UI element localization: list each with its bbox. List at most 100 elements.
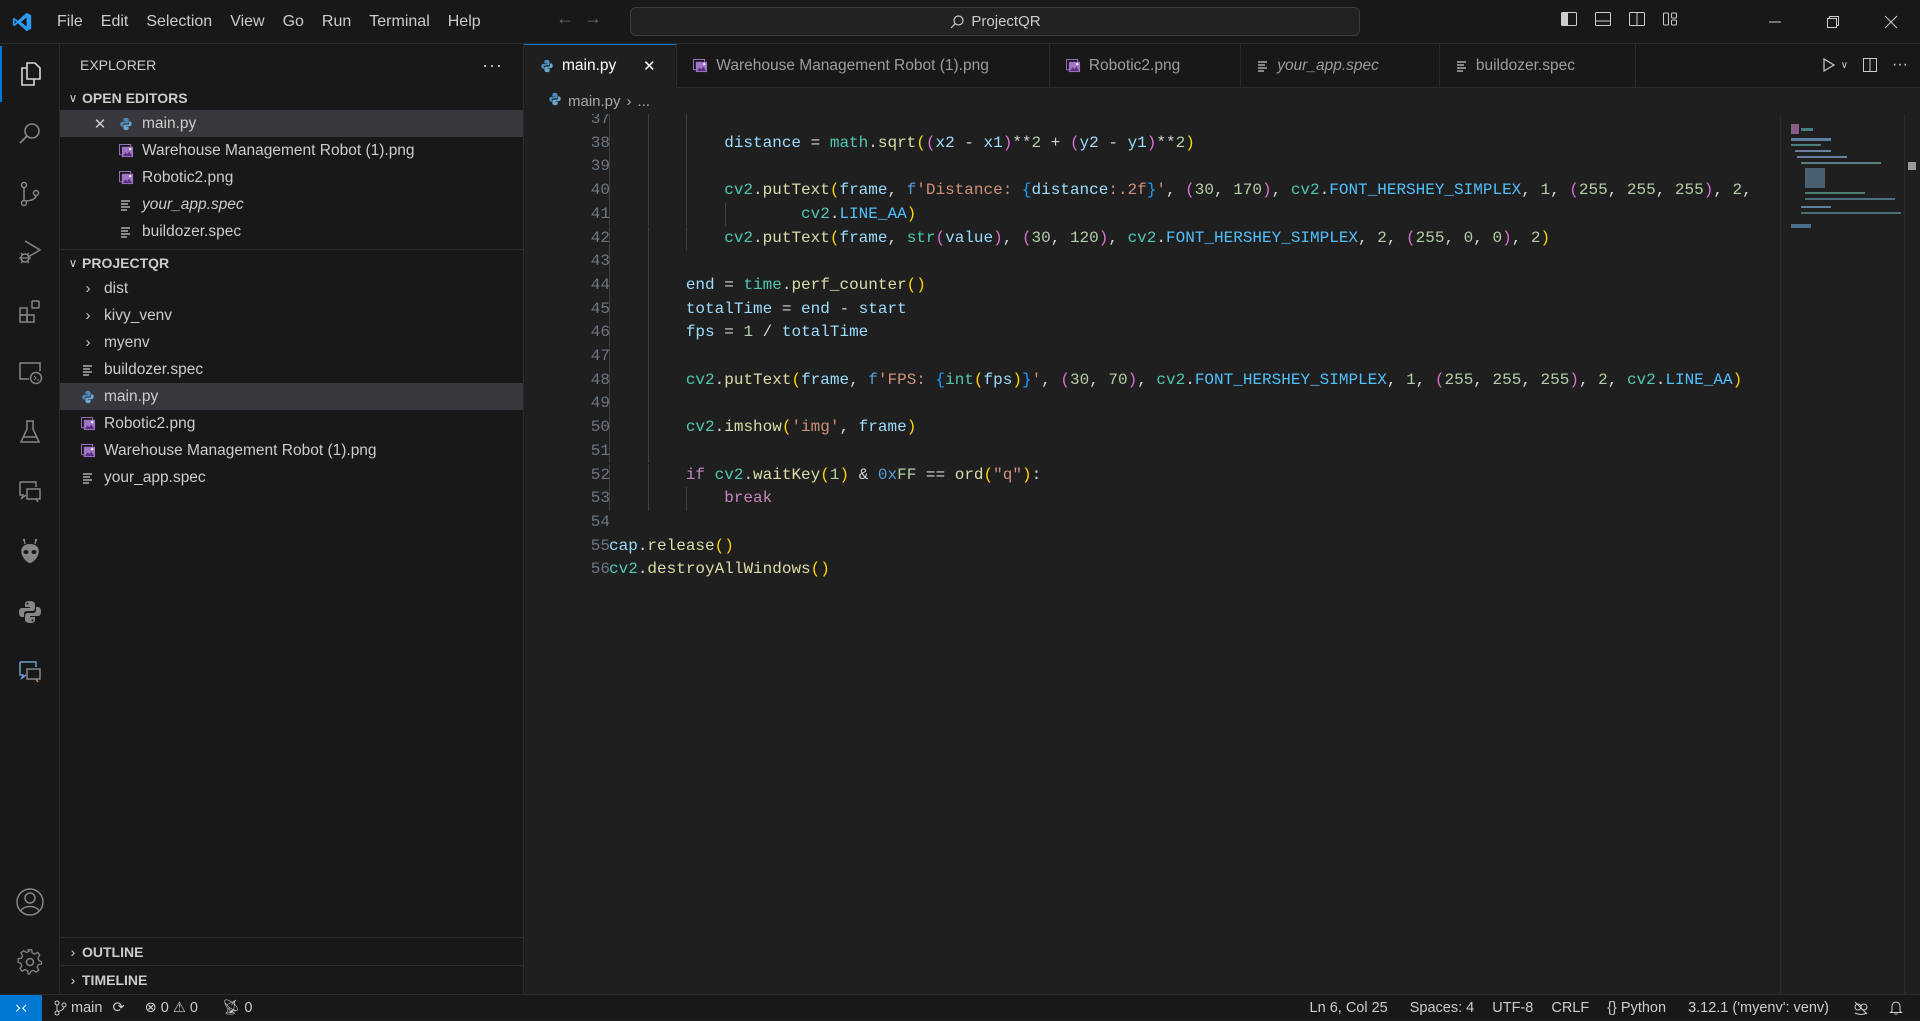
activity-run-debug[interactable]	[0, 224, 60, 280]
open-editors-header[interactable]: ∨ OPEN EDITORS	[60, 86, 523, 110]
ports-indicator[interactable]: 📡︎ 0	[215, 999, 260, 1017]
python-file-icon	[548, 92, 562, 110]
code-token: perf_counter	[791, 275, 907, 294]
file-item[interactable]: buildozer.spec	[60, 356, 523, 383]
tab-main-py[interactable]: main.py ✕	[524, 44, 678, 88]
close-window-button[interactable]	[1862, 0, 1920, 44]
restore-button[interactable]	[1804, 0, 1862, 44]
menu-go[interactable]: Go	[274, 7, 313, 37]
minimize-button[interactable]	[1746, 0, 1804, 44]
tab-robotic2-png[interactable]: Robotic2.png	[1050, 44, 1242, 88]
breadcrumb-file[interactable]: main.py	[568, 93, 621, 110]
git-branch[interactable]: main ⟳	[46, 1000, 132, 1016]
project-header[interactable]: ∨ PROJECTQR	[60, 251, 523, 275]
folder-item[interactable]: › myenv	[60, 329, 523, 356]
tab-buildozer-spec[interactable]: buildozer.spec	[1440, 44, 1636, 88]
code-token: cv2	[1127, 228, 1157, 247]
file-name: your_app.spec	[104, 468, 206, 486]
folder-item[interactable]: › dist	[60, 275, 523, 302]
tab-warehouse-management-robot-1-png[interactable]: Warehouse Management Robot (1).png	[677, 44, 1050, 88]
encoding[interactable]: UTF-8	[1485, 1000, 1540, 1016]
close-icon[interactable]: ✕	[90, 115, 110, 133]
sync-icon[interactable]: ⟳	[112, 1000, 124, 1016]
close-tab-icon[interactable]: ✕	[642, 57, 656, 75]
activity-python[interactable]	[0, 584, 60, 640]
activity-explorer[interactable]	[0, 46, 60, 102]
close-icon	[1884, 15, 1898, 29]
toggle-primary-sidebar-icon[interactable]	[1560, 10, 1578, 28]
menu-file[interactable]: File	[48, 7, 92, 37]
language-mode[interactable]: {} Python	[1600, 1000, 1673, 1016]
chat-panel-icon	[19, 661, 41, 683]
activity-testing[interactable]	[0, 404, 60, 460]
activity-platformio[interactable]	[0, 524, 60, 580]
notifications[interactable]	[1882, 1000, 1910, 1016]
python-interpreter[interactable]: 3.12.1 ('myenv': venv)	[1681, 1000, 1836, 1016]
code-token: )	[1021, 465, 1032, 484]
code-token: imshow	[724, 418, 782, 437]
menu-view[interactable]: View	[221, 7, 273, 37]
activity-extensions[interactable]	[0, 284, 60, 340]
open-editor-item[interactable]: Warehouse Management Robot (1).png	[60, 137, 523, 164]
run-dropdown-chevron-icon[interactable]: ∨	[1841, 60, 1848, 71]
code-token: cap	[609, 536, 638, 555]
menu-edit[interactable]: Edit	[92, 7, 138, 37]
activity-search[interactable]	[0, 106, 60, 162]
line-number: 41	[590, 204, 610, 223]
tab-your-app-spec[interactable]: your_app.spec	[1241, 44, 1440, 88]
code-token: 120	[1069, 228, 1099, 247]
code-token: )	[1098, 228, 1109, 247]
folder-item[interactable]: › kivy_venv	[60, 302, 523, 329]
line-ending[interactable]: CRLF	[1544, 1000, 1596, 1016]
menu-run[interactable]: Run	[313, 7, 360, 37]
run-python-file-icon[interactable]	[1821, 57, 1837, 73]
timeline-section[interactable]: › TIMELINE	[60, 965, 524, 993]
minimap[interactable]	[1780, 114, 1904, 994]
menu-selection[interactable]: Selection	[137, 7, 221, 37]
breadcrumb-symbol[interactable]: ...	[638, 93, 651, 110]
customize-layout-icon[interactable]	[1662, 10, 1680, 28]
remote-indicator[interactable]	[0, 994, 42, 1021]
chevron-right-icon: ›	[85, 334, 91, 351]
outline-section[interactable]: › OUTLINE	[60, 937, 524, 965]
bell-icon	[1889, 1000, 1903, 1014]
indentation[interactable]: Spaces: 4	[1403, 1000, 1482, 1016]
activity-accounts[interactable]	[0, 874, 60, 930]
split-editor-icon[interactable]	[1862, 57, 1878, 73]
code-token: ,	[1511, 228, 1531, 247]
open-editor-item[interactable]: your_app.spec	[60, 191, 523, 218]
open-editor-item[interactable]: ✕ main.py	[60, 110, 523, 137]
editor-scrollbar[interactable]	[1904, 114, 1920, 994]
warning-icon: ⚠	[172, 999, 186, 1016]
cursor-position[interactable]: Ln 6, Col 25	[1303, 1000, 1395, 1016]
file-item[interactable]: main.py	[60, 383, 523, 410]
editor-more-actions-icon[interactable]: ···	[1892, 56, 1908, 74]
problems-indicator[interactable]: ⊗ 0 ⚠ 0	[138, 1000, 205, 1016]
menu-help[interactable]: Help	[439, 7, 490, 37]
code-token: putText	[762, 228, 830, 247]
file-item[interactable]: Robotic2.png	[60, 410, 523, 437]
open-editor-item[interactable]: Robotic2.png	[60, 164, 523, 191]
activity-remote-explorer[interactable]	[0, 344, 60, 400]
file-item[interactable]: your_app.spec	[60, 464, 523, 491]
forward-arrow-icon[interactable]: →	[584, 8, 602, 29]
file-item[interactable]: Warehouse Management Robot (1).png	[60, 437, 523, 464]
activity-manage[interactable]	[0, 934, 60, 990]
code-token: (	[983, 465, 994, 484]
menu-terminal[interactable]: Terminal	[360, 7, 438, 37]
code-editor[interactable]: 37 38 distance = math.sqrt((x2 - x1)**2 …	[524, 114, 1780, 994]
toggle-panel-icon[interactable]	[1594, 10, 1612, 28]
code-token: putText	[724, 370, 792, 389]
copilot-status[interactable]	[1846, 1000, 1876, 1016]
open-editor-item[interactable]: buildozer.spec	[60, 218, 523, 245]
back-arrow-icon[interactable]: ←	[556, 8, 574, 29]
code-token: )	[1502, 228, 1512, 247]
chevron-right-icon: ›	[85, 307, 91, 324]
scrollbar-thumb[interactable]	[1908, 162, 1916, 170]
activity-source-control[interactable]	[0, 166, 60, 222]
more-actions-icon[interactable]: ···	[482, 55, 503, 76]
toggle-secondary-sidebar-icon[interactable]	[1628, 10, 1646, 28]
activity-chat[interactable]	[0, 464, 60, 520]
command-center-search[interactable]: ProjectQR	[630, 7, 1360, 36]
activity-chat-2[interactable]	[0, 644, 60, 700]
